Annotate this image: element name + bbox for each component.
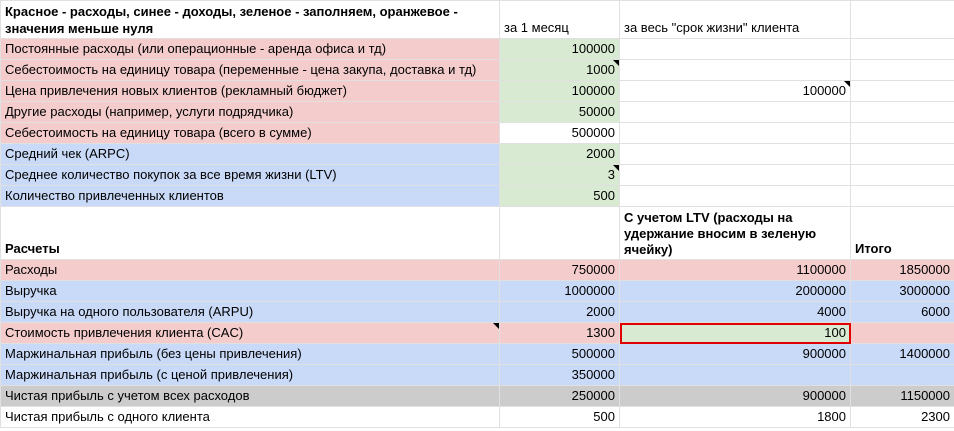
- input-row: Цена привлечения новых клиентов (рекламн…: [0, 80, 954, 102]
- calc-lifetime-expenses[interactable]: 1100000: [619, 259, 851, 281]
- calc-total-net-profit-per-client[interactable]: 2300: [850, 406, 954, 428]
- input-month-acquisition-price[interactable]: 100000: [499, 80, 620, 102]
- calc-total-header[interactable]: Итого: [850, 206, 954, 260]
- col-total-header[interactable]: [850, 0, 954, 39]
- input-label-fixed-costs[interactable]: Постоянные расходы (или операционные - а…: [0, 38, 500, 60]
- empty-cell[interactable]: [850, 143, 954, 165]
- input-lifetime-clients[interactable]: [619, 185, 851, 207]
- calc-total-cac[interactable]: [850, 322, 954, 344]
- calc-month-expenses[interactable]: 750000: [499, 259, 620, 281]
- col-month-header[interactable]: за 1 месяц: [499, 0, 620, 39]
- calc-label-net-profit[interactable]: Чистая прибыль с учетом всех расходов: [0, 385, 500, 407]
- input-month-unit-cost[interactable]: 1000: [499, 59, 620, 81]
- calc-month-arpu[interactable]: 2000: [499, 301, 620, 323]
- calc-row: Расходы 750000 1100000 1850000: [0, 259, 954, 281]
- calc-row: Чистая прибыль с учетом всех расходов 25…: [0, 385, 954, 407]
- empty-cell[interactable]: [850, 80, 954, 102]
- calc-label-margin-with-acq[interactable]: Маржинальная прибыль (с ценой привлечени…: [0, 364, 500, 386]
- calc-lifetime-cac-selected[interactable]: 100: [619, 322, 851, 344]
- input-month-arpc[interactable]: 2000: [499, 143, 620, 165]
- calc-row: Выручка 1000000 2000000 3000000: [0, 280, 954, 302]
- calc-month-margin-no-acq[interactable]: 500000: [499, 343, 620, 365]
- calc-total-net-profit[interactable]: 1150000: [850, 385, 954, 407]
- input-label-clients[interactable]: Количество привлеченных клиентов: [0, 185, 500, 207]
- input-row: Другие расходы (например, услуги подрядч…: [0, 101, 954, 123]
- input-row: Количество привлеченных клиентов 500: [0, 185, 954, 207]
- calc-total-arpu[interactable]: 6000: [850, 301, 954, 323]
- empty-cell[interactable]: [850, 185, 954, 207]
- calc-total-revenue[interactable]: 3000000: [850, 280, 954, 302]
- calc-section-title[interactable]: Расчеты: [0, 206, 500, 260]
- input-month-clients[interactable]: 500: [499, 185, 620, 207]
- input-month-fixed-costs[interactable]: 100000: [499, 38, 620, 60]
- input-lifetime-unit-cost-total[interactable]: [619, 122, 851, 144]
- input-row: Себестоимость на единицу товара (всего в…: [0, 122, 954, 144]
- input-lifetime-acquisition-price[interactable]: 100000: [619, 80, 851, 102]
- calc-month-margin-with-acq[interactable]: 350000: [499, 364, 620, 386]
- input-month-unit-cost-total[interactable]: 500000: [499, 122, 620, 144]
- calc-month-net-profit[interactable]: 250000: [499, 385, 620, 407]
- input-month-ltv[interactable]: 3: [499, 164, 620, 186]
- calc-lifetime-margin-with-acq[interactable]: [619, 364, 851, 386]
- input-label-acquisition-price[interactable]: Цена привлечения новых клиентов (рекламн…: [0, 80, 500, 102]
- calc-label-arpu[interactable]: Выручка на одного пользователя (ARPU): [0, 301, 500, 323]
- calc-lifetime-header[interactable]: С учетом LTV (расходы на удержание вноси…: [619, 206, 851, 260]
- calc-lifetime-revenue[interactable]: 2000000: [619, 280, 851, 302]
- calc-row: Стоимость привлечения клиента (CAC) 1300…: [0, 322, 954, 344]
- calc-lifetime-margin-no-acq[interactable]: 900000: [619, 343, 851, 365]
- calc-total-margin-no-acq[interactable]: 1400000: [850, 343, 954, 365]
- input-row: Себестоимость на единицу товара (перемен…: [0, 59, 954, 81]
- calc-month-net-profit-per-client[interactable]: 500: [499, 406, 620, 428]
- calc-label-cac[interactable]: Стоимость привлечения клиента (CAC): [0, 322, 500, 344]
- input-label-ltv[interactable]: Среднее количество покупок за все время …: [0, 164, 500, 186]
- calc-row: Выручка на одного пользователя (ARPU) 20…: [0, 301, 954, 323]
- input-lifetime-fixed-costs[interactable]: [619, 38, 851, 60]
- input-lifetime-ltv[interactable]: [619, 164, 851, 186]
- calc-month-cac[interactable]: 1300: [499, 322, 620, 344]
- calc-lifetime-net-profit[interactable]: 900000: [619, 385, 851, 407]
- input-month-other-costs[interactable]: 50000: [499, 101, 620, 123]
- calc-row: Маржинальная прибыль (с ценой привлечени…: [0, 364, 954, 386]
- input-lifetime-arpc[interactable]: [619, 143, 851, 165]
- input-row: Постоянные расходы (или операционные - а…: [0, 38, 954, 60]
- calc-month-revenue[interactable]: 1000000: [499, 280, 620, 302]
- input-lifetime-other-costs[interactable]: [619, 101, 851, 123]
- calc-label-revenue[interactable]: Выручка: [0, 280, 500, 302]
- input-label-arpc[interactable]: Средний чек (ARPC): [0, 143, 500, 165]
- legend-cell[interactable]: Красное - расходы, синее - доходы, зелен…: [0, 0, 500, 39]
- empty-cell[interactable]: [850, 59, 954, 81]
- calc-row: Чистая прибыль с одного клиента 500 1800…: [0, 406, 954, 428]
- empty-cell[interactable]: [850, 101, 954, 123]
- input-label-unit-cost-total[interactable]: Себестоимость на единицу товара (всего в…: [0, 122, 500, 144]
- calc-lifetime-net-profit-per-client[interactable]: 1800: [619, 406, 851, 428]
- empty-cell[interactable]: [850, 164, 954, 186]
- empty-cell[interactable]: [850, 38, 954, 60]
- empty-cell[interactable]: [850, 122, 954, 144]
- calc-label-net-profit-per-client[interactable]: Чистая прибыль с одного клиента: [0, 406, 500, 428]
- input-label-other-costs[interactable]: Другие расходы (например, услуги подрядч…: [0, 101, 500, 123]
- input-label-unit-cost[interactable]: Себестоимость на единицу товара (перемен…: [0, 59, 500, 81]
- input-lifetime-unit-cost[interactable]: [619, 59, 851, 81]
- calc-label-expenses[interactable]: Расходы: [0, 259, 500, 281]
- header-row: Красное - расходы, синее - доходы, зелен…: [0, 0, 954, 39]
- input-row: Средний чек (ARPC) 2000: [0, 143, 954, 165]
- calc-label-margin-no-acq[interactable]: Маржинальная прибыль (без цены привлечен…: [0, 343, 500, 365]
- calc-total-margin-with-acq[interactable]: [850, 364, 954, 386]
- calc-header-row: Расчеты С учетом LTV (расходы на удержан…: [0, 206, 954, 260]
- calc-month-header[interactable]: [499, 206, 620, 260]
- spreadsheet-grid: Красное - расходы, синее - доходы, зелен…: [0, 0, 954, 428]
- calc-row: Маржинальная прибыль (без цены привлечен…: [0, 343, 954, 365]
- input-row: Среднее количество покупок за все время …: [0, 164, 954, 186]
- col-lifetime-header[interactable]: за весь "срок жизни" клиента: [619, 0, 851, 39]
- calc-lifetime-arpu[interactable]: 4000: [619, 301, 851, 323]
- calc-total-expenses[interactable]: 1850000: [850, 259, 954, 281]
